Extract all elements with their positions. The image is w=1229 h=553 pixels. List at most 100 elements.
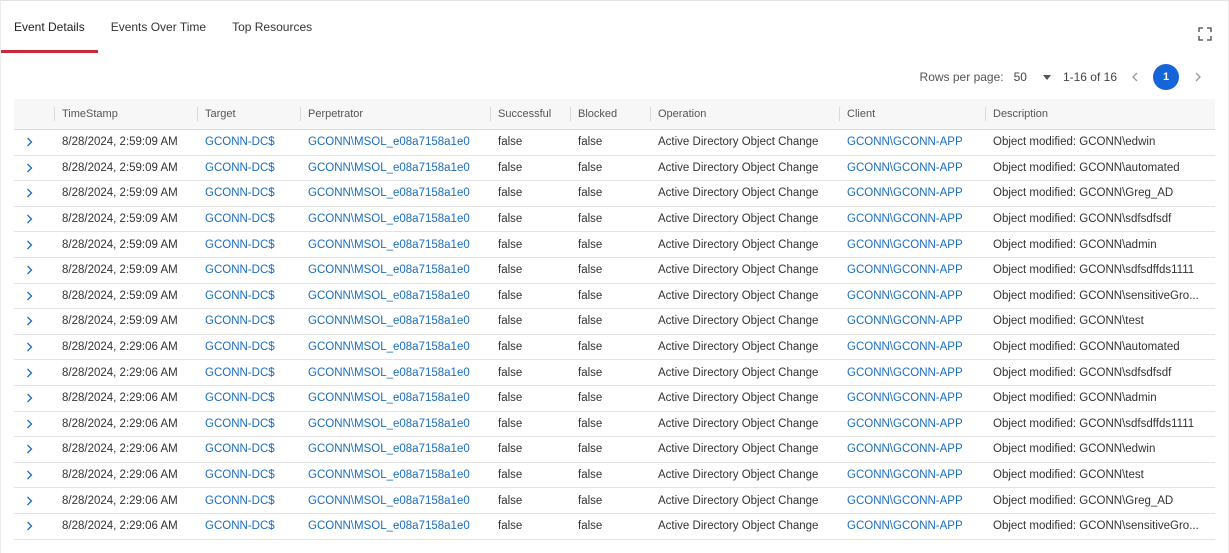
header-successful[interactable]: Successful [490,99,570,129]
cell-client[interactable]: GCONN\GCONN-APP [839,136,985,148]
tab-top-resources[interactable]: Top Resources [219,1,325,53]
expand-row-button[interactable] [14,188,54,198]
prev-page-button[interactable] [1127,69,1143,85]
expand-row-button[interactable] [14,470,54,480]
cell-client[interactable]: GCONN\GCONN-APP [839,520,985,532]
cell-client[interactable]: GCONN\GCONN-APP [839,315,985,327]
cell-client[interactable]: GCONN\GCONN-APP [839,495,985,507]
header-client[interactable]: Client [839,99,985,129]
cell-client[interactable]: GCONN\GCONN-APP [839,162,985,174]
cell-target[interactable]: GCONN-DC$ [197,495,300,507]
header-operation[interactable]: Operation [650,99,839,129]
header-perpetrator[interactable]: Perpetrator [300,99,490,129]
table-row[interactable]: 8/28/2024, 2:59:09 AM GCONN-DC$ GCONN\MSOL… [14,258,1215,284]
cell-target[interactable]: GCONN-DC$ [197,392,300,404]
cell-perpetrator[interactable]: GCONN\MSOL_e08a7158a1e0 [300,469,490,481]
next-page-button[interactable] [1190,69,1206,85]
cell-perpetrator[interactable]: GCONN\MSOL_e08a7158a1e0 [300,367,490,379]
cell-target[interactable]: GCONN-DC$ [197,239,300,251]
cell-perpetrator[interactable]: GCONN\MSOL_e08a7158a1e0 [300,392,490,404]
expand-row-button[interactable] [14,521,54,531]
table-row[interactable]: 8/28/2024, 2:29:06 AM GCONN-DC$ GCONN\MSOL… [14,488,1215,514]
cell-target[interactable]: GCONN-DC$ [197,290,300,302]
table-row[interactable]: 8/28/2024, 2:29:06 AM GCONN-DC$ GCONN\MSOL… [14,412,1215,438]
cell-perpetrator[interactable]: GCONN\MSOL_e08a7158a1e0 [300,290,490,302]
cell-client[interactable]: GCONN\GCONN-APP [839,213,985,225]
cell-perpetrator[interactable]: GCONN\MSOL_e08a7158a1e0 [300,315,490,327]
tab-label: Events Over Time [110,20,207,34]
cell-perpetrator[interactable]: GCONN\MSOL_e08a7158a1e0 [300,239,490,251]
table-row[interactable]: 8/28/2024, 2:29:06 AM GCONN-DC$ GCONN\MSOL… [14,463,1215,489]
table-row[interactable]: 8/28/2024, 2:29:06 AM GCONN-DC$ GCONN\MSOL… [14,437,1215,463]
cell-perpetrator[interactable]: GCONN\MSOL_e08a7158a1e0 [300,341,490,353]
expand-row-button[interactable] [14,214,54,224]
page-button-current[interactable]: 1 [1153,64,1179,90]
cell-client[interactable]: GCONN\GCONN-APP [839,392,985,404]
expand-row-button[interactable] [14,137,54,147]
header-blocked[interactable]: Blocked [570,99,650,129]
cell-client[interactable]: GCONN\GCONN-APP [839,290,985,302]
cell-perpetrator[interactable]: GCONN\MSOL_e08a7158a1e0 [300,187,490,199]
cell-timestamp: 8/28/2024, 2:29:06 AM [62,494,178,507]
header-timestamp[interactable]: TimeStamp [54,99,197,129]
cell-perpetrator[interactable]: GCONN\MSOL_e08a7158a1e0 [300,213,490,225]
cell-target[interactable]: GCONN-DC$ [197,162,300,174]
cell-client[interactable]: GCONN\GCONN-APP [839,264,985,276]
cell-target[interactable]: GCONN-DC$ [197,469,300,481]
cell-perpetrator[interactable]: GCONN\MSOL_e08a7158a1e0 [300,264,490,276]
cell-client[interactable]: GCONN\GCONN-APP [839,187,985,199]
expand-row-button[interactable] [14,342,54,352]
cell-target[interactable]: GCONN-DC$ [197,418,300,430]
table-row[interactable]: 8/28/2024, 2:29:06 AM GCONN-DC$ GCONN\MSOL… [14,386,1215,412]
cell-blocked: false [578,238,603,251]
cell-target[interactable]: GCONN-DC$ [197,341,300,353]
cell-timestamp: 8/28/2024, 2:29:06 AM [62,341,178,354]
table-row[interactable]: 8/28/2024, 2:29:06 AM GCONN-DC$ GCONN\MSOL… [14,335,1215,361]
expand-row-button[interactable] [14,265,54,275]
cell-client[interactable]: GCONN\GCONN-APP [839,443,985,455]
cell-client[interactable]: GCONN\GCONN-APP [839,341,985,353]
table-row[interactable]: 8/28/2024, 2:59:09 AM GCONN-DC$ GCONN\MSOL… [14,156,1215,182]
cell-target[interactable]: GCONN-DC$ [197,443,300,455]
cell-client[interactable]: GCONN\GCONN-APP [839,469,985,481]
cell-target[interactable]: GCONN-DC$ [197,315,300,327]
expand-row-button[interactable] [14,316,54,326]
cell-target[interactable]: GCONN-DC$ [197,520,300,532]
cell-perpetrator[interactable]: GCONN\MSOL_e08a7158a1e0 [300,162,490,174]
cell-perpetrator[interactable]: GCONN\MSOL_e08a7158a1e0 [300,520,490,532]
table-row[interactable]: 8/28/2024, 2:29:06 AM GCONN-DC$ GCONN\MSOL… [14,360,1215,386]
table-row[interactable]: 8/28/2024, 2:59:09 AM GCONN-DC$ GCONN\MSOL… [14,284,1215,310]
cell-target[interactable]: GCONN-DC$ [197,264,300,276]
cell-target[interactable]: GCONN-DC$ [197,187,300,199]
expand-row-button[interactable] [14,291,54,301]
table-row[interactable]: 8/28/2024, 2:59:09 AM GCONN-DC$ GCONN\MSOL… [14,181,1215,207]
table-row[interactable]: 8/28/2024, 2:29:06 AM GCONN-DC$ GCONN\MSOL… [14,514,1215,540]
table-row[interactable]: 8/28/2024, 2:59:09 AM GCONN-DC$ GCONN\MSOL… [14,130,1215,156]
header-target[interactable]: Target [197,99,300,129]
expand-row-button[interactable] [14,419,54,429]
table-row[interactable]: 8/28/2024, 2:59:09 AM GCONN-DC$ GCONN\MSOL… [14,309,1215,335]
cell-perpetrator[interactable]: GCONN\MSOL_e08a7158a1e0 [300,443,490,455]
fullscreen-expand-icon[interactable] [1198,27,1212,41]
expand-row-button[interactable] [14,393,54,403]
cell-client[interactable]: GCONN\GCONN-APP [839,239,985,251]
table-row[interactable]: 8/28/2024, 2:59:09 AM GCONN-DC$ GCONN\MSOL… [14,232,1215,258]
tab-event-details[interactable]: Event Details [1,1,98,53]
cell-client[interactable]: GCONN\GCONN-APP [839,367,985,379]
header-description[interactable]: Description [985,99,1215,129]
expand-row-button[interactable] [14,163,54,173]
rows-per-page-select[interactable]: 50 [1014,70,1051,84]
cell-perpetrator[interactable]: GCONN\MSOL_e08a7158a1e0 [300,136,490,148]
cell-perpetrator[interactable]: GCONN\MSOL_e08a7158a1e0 [300,418,490,430]
expand-row-button[interactable] [14,444,54,454]
tab-events-over-time[interactable]: Events Over Time [98,1,219,53]
cell-client[interactable]: GCONN\GCONN-APP [839,418,985,430]
cell-perpetrator[interactable]: GCONN\MSOL_e08a7158a1e0 [300,495,490,507]
expand-row-button[interactable] [14,496,54,506]
expand-row-button[interactable] [14,368,54,378]
cell-target[interactable]: GCONN-DC$ [197,136,300,148]
cell-target[interactable]: GCONN-DC$ [197,367,300,379]
table-row[interactable]: 8/28/2024, 2:59:09 AM GCONN-DC$ GCONN\MSOL… [14,207,1215,233]
expand-row-button[interactable] [14,240,54,250]
cell-target[interactable]: GCONN-DC$ [197,213,300,225]
